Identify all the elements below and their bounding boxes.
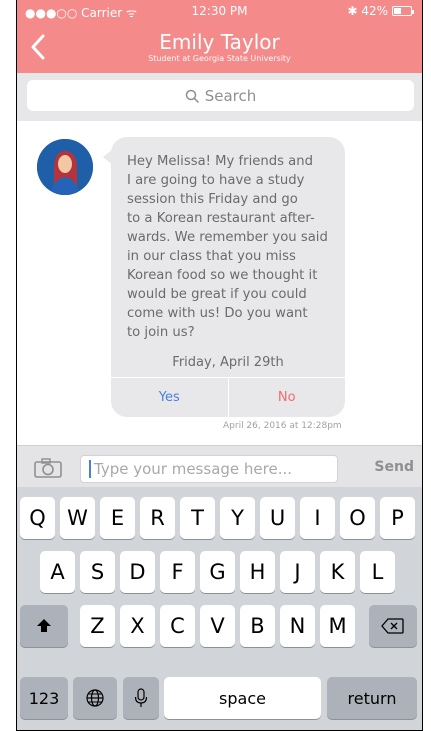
key-v[interactable]: V (200, 605, 235, 647)
message-input-placeholder: Type your message here... (94, 460, 293, 478)
key-a[interactable]: A (40, 551, 75, 593)
event-date: Friday, April 29th (172, 355, 284, 370)
backspace-key[interactable] (369, 605, 417, 647)
globe-key[interactable] (73, 677, 117, 719)
message-text: Hey Melissa! My friends and I are going … (127, 154, 328, 340)
camera-icon (34, 458, 62, 478)
key-o[interactable]: O (340, 497, 375, 539)
search-icon (185, 89, 199, 103)
key-g[interactable]: G (200, 551, 235, 593)
avatar-photo (37, 139, 93, 195)
key-t[interactable]: T (180, 497, 215, 539)
shift-key[interactable] (20, 605, 68, 647)
message-input[interactable]: Type your message here... (80, 455, 338, 483)
key-h[interactable]: H (240, 551, 275, 593)
contact-name: Emily Taylor (159, 30, 280, 54)
key-p[interactable]: P (380, 497, 415, 539)
key-c[interactable]: C (160, 605, 195, 647)
battery-text: ✱ 42% (347, 4, 388, 18)
key-q[interactable]: Q (20, 497, 55, 539)
key-k[interactable]: K (320, 551, 355, 593)
phone-screen: ●●●○○ Carrier ᯤ 12:30 PM ✱ 42% Emily Tay… (16, 0, 423, 731)
key-y[interactable]: Y (220, 497, 255, 539)
key-s[interactable]: S (80, 551, 115, 593)
space-key[interactable]: space (164, 677, 321, 719)
battery-fill (394, 8, 401, 14)
microphone-icon (134, 688, 148, 707)
avatar[interactable] (37, 139, 93, 195)
dictation-key[interactable] (123, 677, 159, 719)
status-bar: ●●●○○ Carrier ᯤ 12:30 PM ✱ 42% (17, 4, 422, 20)
keyboard: Q W E R T Y U I O P A S D F G H J K L Z … (17, 487, 422, 730)
no-button[interactable]: No (229, 378, 346, 417)
message-timestamp: April 26, 2016 at 12:28pm (223, 421, 342, 431)
battery-icon (392, 6, 414, 16)
rsvp-choices: Yes No (111, 377, 345, 417)
key-n[interactable]: N (280, 605, 315, 647)
key-w[interactable]: W (60, 497, 95, 539)
key-f[interactable]: F (160, 551, 195, 593)
text-cursor (89, 460, 91, 478)
message-bubble: Hey Melissa! My friends and I are going … (111, 137, 345, 417)
globe-icon (86, 689, 104, 707)
key-z[interactable]: Z (80, 605, 115, 647)
key-m[interactable]: M (320, 605, 355, 647)
keyboard-row-3: Z X C V B N M (17, 605, 422, 647)
return-key[interactable]: return (327, 677, 417, 719)
key-b[interactable]: B (240, 605, 275, 647)
backspace-icon (381, 618, 404, 634)
key-j[interactable]: J (280, 551, 315, 593)
keyboard-row-4: 123 space return (17, 677, 422, 719)
search-placeholder: Search (204, 86, 257, 105)
search-input[interactable]: Search (27, 80, 414, 111)
key-r[interactable]: R (140, 497, 175, 539)
key-l[interactable]: L (360, 551, 395, 593)
status-right: ✱ 42% (347, 4, 414, 18)
send-button[interactable]: Send (374, 459, 414, 475)
keyboard-row-2: A S D F G H J K L (17, 551, 422, 593)
message-thread: Hey Melissa! My friends and I are going … (17, 121, 422, 445)
numbers-key[interactable]: 123 (20, 677, 68, 719)
camera-button[interactable] (33, 457, 63, 479)
shift-icon (37, 619, 51, 632)
key-e[interactable]: E (100, 497, 135, 539)
yes-button[interactable]: Yes (111, 378, 229, 417)
search-bar-area: Search (17, 73, 422, 121)
key-x[interactable]: X (120, 605, 155, 647)
composer-bar: Type your message here... Send (17, 445, 422, 487)
conversation-header: ●●●○○ Carrier ᯤ 12:30 PM ✱ 42% Emily Tay… (17, 0, 422, 73)
contact-subtitle: Student at Georgia State University (148, 54, 291, 63)
key-i[interactable]: I (300, 497, 335, 539)
keyboard-row-1: Q W E R T Y U I O P (17, 497, 422, 539)
key-d[interactable]: D (120, 551, 155, 593)
key-u[interactable]: U (260, 497, 295, 539)
